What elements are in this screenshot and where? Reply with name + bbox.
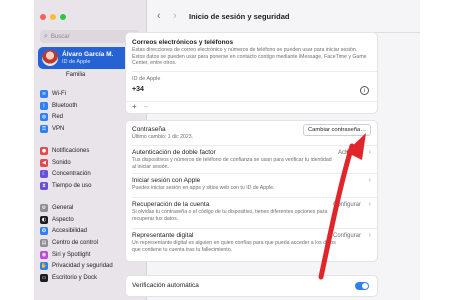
back-button[interactable]: ‹ <box>157 10 161 22</box>
sidebar-item-family[interactable]: Familia <box>66 72 85 78</box>
bell-icon: ● <box>40 146 48 155</box>
chevron-right-icon[interactable]: › <box>368 175 371 184</box>
user-subtitle: ID de Apple <box>62 59 91 65</box>
change-password-button[interactable]: Cambiar contraseña… <box>303 124 371 136</box>
divider <box>132 197 377 198</box>
search-icon: ⌕ <box>44 32 48 40</box>
wifi-icon: ≋ <box>40 89 48 98</box>
gear-icon: ⚙ <box>40 203 48 212</box>
sidebar-item-bluetooth[interactable]: ᛒ Bluetooth <box>40 100 77 112</box>
recovery-configure-link[interactable]: Configurar <box>333 202 361 208</box>
sidebar-item-globe[interactable]: ◍ Red <box>40 111 77 123</box>
security-card: Contraseña Último cambio: 1 dic 2023. Ca… <box>125 120 378 262</box>
user-name: Álvaro García M. <box>62 51 114 58</box>
sidebar-item-label: General <box>52 204 74 211</box>
sidebar-item-label: Tiempo de uso <box>52 182 92 189</box>
divider <box>132 71 377 72</box>
sidebar-item-hourglass[interactable]: ⧗ Tiempo de uso <box>40 180 91 192</box>
autoverify-card: Verificación automática <box>125 275 378 297</box>
moon-icon: ☾ <box>40 170 48 179</box>
vpn-icon: ⚿ <box>40 124 48 133</box>
sidebar-item-bell[interactable]: ● Notificaciones <box>40 145 91 157</box>
twofa-description: Tus dispositivos y números de teléfono d… <box>132 157 332 170</box>
info-icon[interactable]: i <box>360 86 369 95</box>
main-content: Correos electrónicos y teléfonos Estas d… <box>125 32 378 300</box>
accessibility-icon: ✪ <box>40 227 48 236</box>
sidebar-item-dock[interactable]: ▭ Escritorio y Dock <box>40 272 113 284</box>
speaker-icon: ◀ <box>40 158 48 167</box>
chevron-right-icon[interactable]: › <box>368 147 371 156</box>
password-title: Contraseña <box>132 126 166 133</box>
dock-icon: ▭ <box>40 273 48 282</box>
sidebar-group-network: ≋ Wi-Fi ᛒ Bluetooth ◍ Red ⚿ VPN <box>40 88 77 135</box>
chevron-right-icon[interactable]: › <box>368 230 371 239</box>
sidebar-item-label: Concentración <box>52 171 91 178</box>
sidebar-item-label: Sonido <box>52 159 71 166</box>
signin-apple-title: Iniciar sesión con Apple <box>132 177 201 184</box>
sidebar-item-moon[interactable]: ☾ Concentración <box>40 168 91 180</box>
sidebar-item-label: Privacidad y seguridad <box>52 263 113 270</box>
toolbar: ‹ › Inicio de sesión y seguridad <box>147 0 420 33</box>
control-center-icon: ▤ <box>40 238 48 247</box>
close-window-icon[interactable] <box>40 14 46 20</box>
legacy-title: Representante digital <box>132 232 194 239</box>
sidebar-item-label: Red <box>52 114 64 121</box>
sidebar-item-siri[interactable]: ◉ Siri y Spotlight <box>40 249 113 261</box>
sidebar-group-general: ⚙ General ◐ Aspecto ✪ Accesibilidad ▤ Centro de… <box>40 202 113 284</box>
phone-number[interactable]: +34 <box>132 86 144 93</box>
sidebar-item-label: Aspecto <box>52 216 74 223</box>
chevron-right-icon[interactable]: › <box>368 199 371 208</box>
minimize-window-icon[interactable] <box>50 14 56 20</box>
sidebar-item-label: Centro de control <box>52 239 99 246</box>
bluetooth-icon: ᛒ <box>40 101 48 110</box>
remove-button[interactable]: − <box>144 102 149 111</box>
autoverify-title: Verificación automática <box>132 282 199 289</box>
sidebar-item-hand[interactable]: ✋ Privacidad y seguridad <box>40 260 113 272</box>
divider <box>132 228 377 229</box>
sidebar-item-label: VPN <box>52 125 65 132</box>
twofa-status: Activada <box>337 150 361 156</box>
emails-title: Correos electrónicos y teléfonos <box>132 39 234 46</box>
sidebar-item-label: Escritorio y Dock <box>52 274 98 281</box>
sidebar-item-label: Accesibilidad <box>52 228 88 235</box>
emails-card: Correos electrónicos y teléfonos Estas d… <box>125 32 378 114</box>
siri-icon: ◉ <box>40 250 48 259</box>
sidebar-item-label: Bluetooth <box>52 102 78 109</box>
search-placeholder: Buscar <box>50 33 70 40</box>
sidebar-item-vpn[interactable]: ⚿ VPN <box>40 123 77 135</box>
autoverify-toggle[interactable] <box>355 282 369 290</box>
recovery-description: Si olvidas tu contraseña o el código de … <box>132 209 328 222</box>
sidebar-item-label: Wi-Fi <box>52 90 66 97</box>
signin-apple-description: Puedes iniciar sesión en apps y sitios w… <box>132 185 275 191</box>
emails-description: Estas direcciones de correo electrónico … <box>132 47 367 66</box>
avatar <box>42 50 58 66</box>
zoom-window-icon[interactable] <box>60 14 66 20</box>
sidebar-group-notifications: ● Notificaciones ◀ Sonido ☾ Concentración ⧗ Tie… <box>40 145 91 192</box>
sidebar-item-gear[interactable]: ⚙ General <box>40 202 113 214</box>
recovery-title: Recuperación de la cuenta <box>132 201 210 208</box>
sidebar-item-wifi[interactable]: ≋ Wi-Fi <box>40 88 77 100</box>
hourglass-icon: ⧗ <box>40 181 48 190</box>
sidebar-item-accessibility[interactable]: ✪ Accesibilidad <box>40 225 113 237</box>
hand-icon: ✋ <box>40 262 48 271</box>
appearance-icon: ◐ <box>40 215 48 224</box>
sidebar-item-speaker[interactable]: ◀ Sonido <box>40 157 91 169</box>
sidebar-item-appearance[interactable]: ◐ Aspecto <box>40 214 113 226</box>
globe-icon: ◍ <box>40 113 48 122</box>
legacy-configure-link[interactable]: Configurar <box>333 233 361 239</box>
password-subtitle: Último cambio: 1 dic 2023. <box>132 134 194 140</box>
divider <box>132 145 377 146</box>
divider <box>132 173 377 174</box>
sidebar-item-label: Siri y Spotlight <box>52 251 91 258</box>
divider <box>126 101 377 102</box>
add-button[interactable]: + <box>132 102 137 111</box>
page-title: Inicio de sesión y seguridad <box>189 12 290 21</box>
twofa-title: Autenticación de doble factor <box>132 149 216 156</box>
sidebar-item-control-center[interactable]: ▤ Centro de control <box>40 237 113 249</box>
legacy-description: Un representante digital es alguien en q… <box>132 240 336 253</box>
traffic-lights <box>40 14 66 20</box>
apple-id-label: ID de Apple <box>132 76 161 82</box>
forward-button[interactable]: › <box>173 10 177 22</box>
sidebar-item-label: Notificaciones <box>52 147 90 154</box>
